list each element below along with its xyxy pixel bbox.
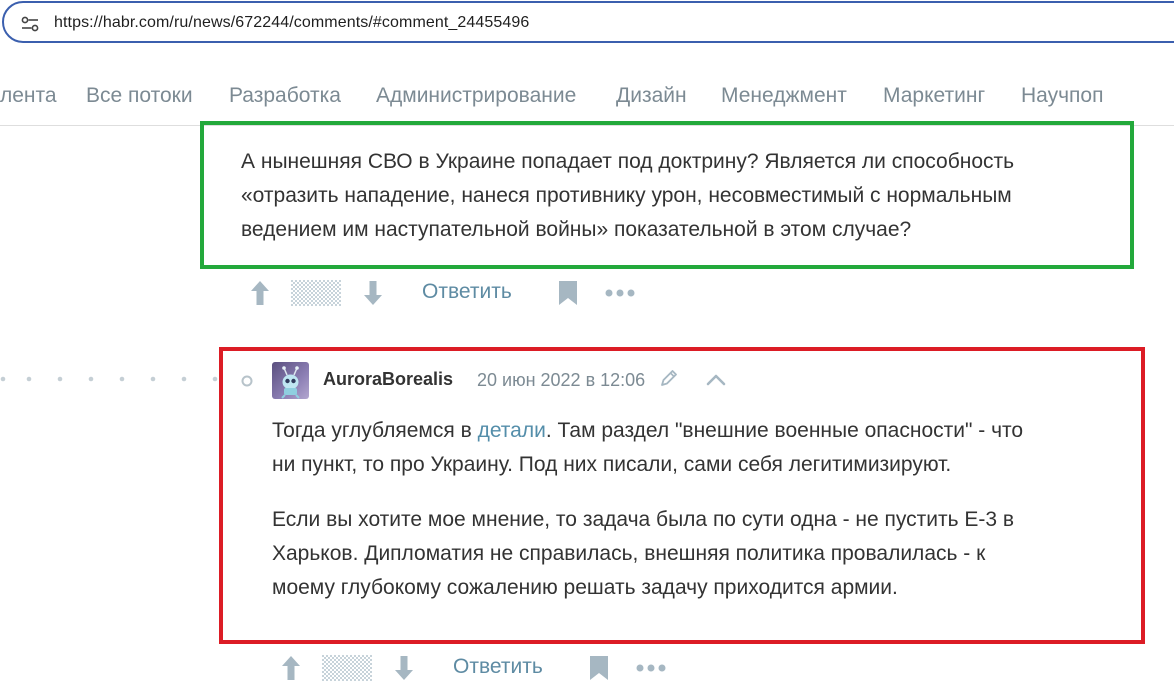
more-dots-icon[interactable] (605, 288, 635, 298)
thread-indent-dots (0, 376, 218, 382)
address-bar[interactable]: https://habr.com/ru/news/672244/comments… (2, 1, 1174, 43)
comment-body: А нынешняя СВО в Украине попадает под до… (241, 145, 1014, 247)
comment-meta: AuroraBorealis 20 июн 2022 в 12:06 (240, 360, 940, 400)
comment-line: «отразить нападение, нанеся противнику у… (241, 184, 1012, 207)
comment-line: А нынешняя СВО в Украине попадает под до… (241, 150, 1015, 173)
nav-item-admin[interactable]: Администрирование (376, 84, 576, 108)
nav-item-feed[interactable]: лента (0, 84, 57, 108)
arrow-down-icon[interactable] (393, 655, 415, 681)
avatar[interactable] (272, 362, 309, 399)
nav-item-all-streams[interactable]: Все потоки (86, 84, 193, 108)
comment-paragraph: Тогда углубляемся в детали. Там раздел "… (272, 414, 1023, 482)
robot-avatar-icon (281, 366, 300, 399)
tune-icon[interactable] (21, 16, 39, 32)
thread-node-icon (241, 375, 253, 387)
comment-line: Если вы хотите мое мнение, то задача был… (272, 508, 1015, 531)
comment-actions: Ответить (276, 653, 676, 683)
arrow-down-icon[interactable] (362, 280, 384, 306)
url-text[interactable]: https://habr.com/ru/news/672244/comments… (54, 14, 529, 32)
comment-date[interactable]: 20 июн 2022 в 12:06 (477, 370, 645, 391)
nav-item-development[interactable]: Разработка (229, 84, 341, 108)
comment-line: ни пункт, то про Украину. Под них писали… (272, 453, 952, 476)
bookmark-icon[interactable] (558, 280, 578, 306)
nav-item-marketing[interactable]: Маркетинг (883, 84, 985, 108)
nav-item-management[interactable]: Менеджмент (721, 84, 847, 108)
more-dots-icon[interactable] (636, 663, 666, 673)
comment-actions: Ответить (245, 278, 645, 308)
pencil-icon (661, 370, 677, 386)
reply-button[interactable]: Ответить (453, 655, 543, 679)
comment-text-fragment: . Там раздел "внешние военные опасности"… (545, 419, 1024, 442)
comment-line: ведением им наступательной войны» показа… (241, 218, 912, 241)
browser-toolbar: https://habr.com/ru/news/672244/comments… (0, 0, 1174, 46)
nav-item-popsci[interactable]: Научпоп (1021, 84, 1103, 108)
nav-item-design[interactable]: Дизайн (616, 84, 687, 108)
comment-line: моему глубокому сожалению решать задачу … (272, 576, 898, 599)
hidden-score-icon (291, 280, 341, 306)
comment-author[interactable]: AuroraBorealis (323, 369, 453, 390)
comment-text-fragment: Тогда углубляемся в (272, 419, 478, 442)
hub-navigation: лента Все потоки Разработка Администриро… (0, 62, 1174, 126)
comment-line: Харьков. Дипломатия не справилась, внешн… (272, 542, 986, 565)
bookmark-icon[interactable] (589, 655, 609, 681)
chevron-up-icon[interactable] (706, 373, 726, 386)
comment-paragraph: Если вы хотите мое мнение, то задача был… (272, 503, 1014, 605)
details-link[interactable]: детали (478, 419, 546, 442)
arrow-up-icon[interactable] (249, 280, 271, 306)
reply-button[interactable]: Ответить (422, 280, 512, 304)
hidden-score-icon (322, 655, 372, 681)
arrow-up-icon[interactable] (280, 655, 302, 681)
